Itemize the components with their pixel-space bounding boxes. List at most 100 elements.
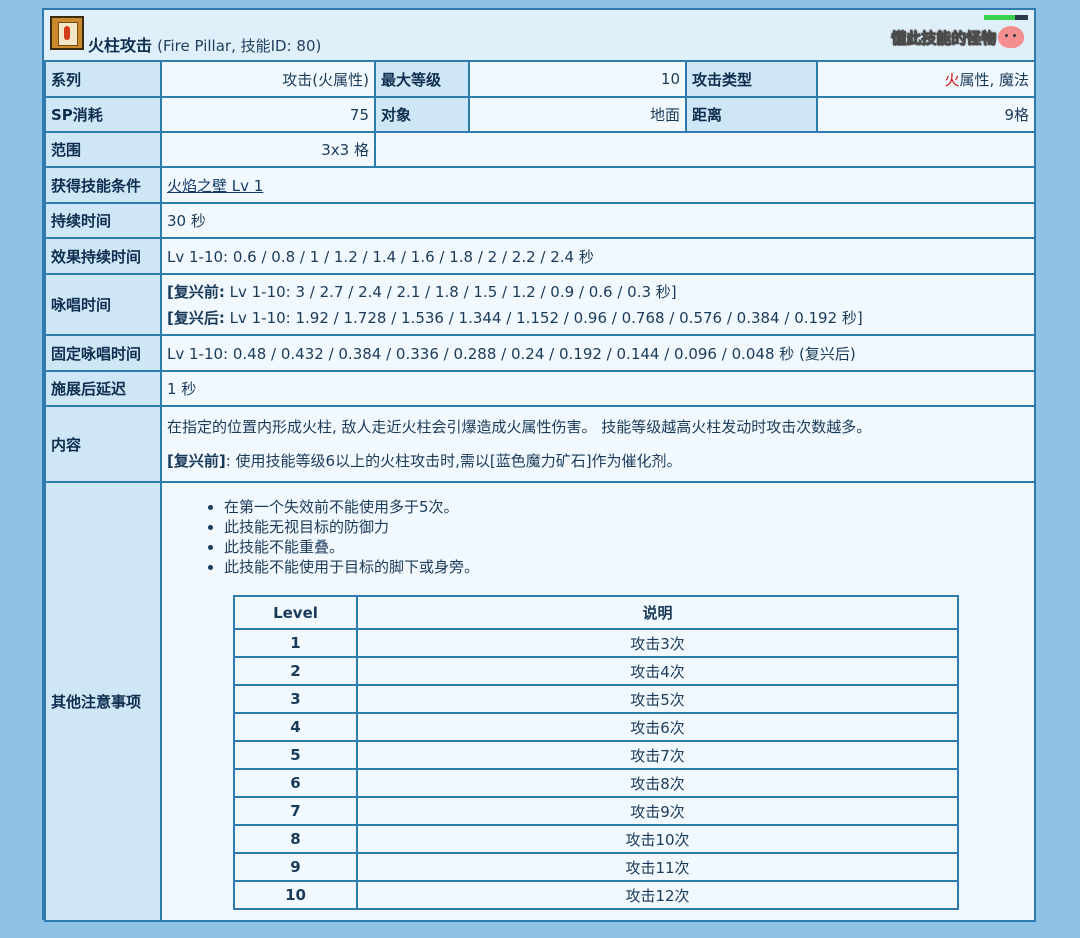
- table-row: 3 攻击5次: [233, 684, 959, 714]
- monster-link-label: 懂此技能的怪物: [890, 28, 997, 47]
- table-row: 6 攻击8次: [233, 768, 959, 798]
- duration-value: 30 秒: [160, 202, 1036, 239]
- description-line: 在指定的位置内形成火柱, 敌人走近火柱会引爆造成火属性伤害。 技能等级越高火柱发…: [167, 418, 872, 436]
- table-row: 持续时间 30 秒: [44, 202, 1036, 239]
- table-row: 范围 3x3 格: [44, 131, 1036, 168]
- monster-link-button[interactable]: 懂此技能的怪物: [891, 24, 1024, 50]
- level-cell: 10: [233, 880, 358, 910]
- pre-renewal-values: Lv 1-10: 3 / 2.7 / 2.4 / 2.1 / 1.8 / 1.5…: [224, 282, 677, 301]
- area-value: 3x3 格: [160, 131, 376, 168]
- effect-cell: 攻击8次: [356, 768, 959, 798]
- description-header: 说明: [356, 595, 959, 630]
- table-row: 施展后延迟 1 秒: [44, 370, 1036, 407]
- sp-cost-value: 75: [160, 96, 376, 133]
- table-row: 2 攻击4次: [233, 656, 959, 686]
- requirement-cell: 火焰之壁 Lv 1: [160, 166, 1036, 204]
- level-table-header: Level 说明: [233, 595, 959, 630]
- fire-element-text: 火: [944, 70, 960, 89]
- skill-header: 火柱攻击 (Fire Pillar, 技能ID: 80) 懂此技能的怪物: [44, 10, 1034, 60]
- table-row: SP消耗 75 对象 地面 距离 9格: [44, 96, 1036, 133]
- max-level-label: 最大等级: [374, 60, 470, 98]
- list-item: 此技能无视目标的防御力: [224, 517, 1033, 537]
- fixed-cast-value: Lv 1-10: 0.48 / 0.432 / 0.384 / 0.336 / …: [160, 334, 1036, 372]
- effect-cell: 攻击7次: [356, 740, 959, 770]
- level-cell: 4: [233, 712, 358, 742]
- cast-time-pre: [复兴前: Lv 1-10: 3 / 2.7 / 2.4 / 2.1 / 1.8…: [167, 279, 1029, 305]
- description-value: 在指定的位置内形成火柱, 敌人走近火柱会引爆造成火属性伤害。 技能等级越高火柱发…: [160, 405, 1036, 483]
- max-level-value: 10: [468, 60, 687, 98]
- skill-subtitle: (Fire Pillar, 技能ID: 80): [157, 37, 322, 55]
- table-row: 其他注意事项 在第一个失效前不能使用多于5次。 此技能无视目标的防御力 此技能不…: [44, 481, 1036, 922]
- skill-card: 火柱攻击 (Fire Pillar, 技能ID: 80) 懂此技能的怪物 系列 …: [42, 8, 1036, 922]
- effect-cell: 攻击4次: [356, 656, 959, 686]
- requirement-link[interactable]: 火焰之壁 Lv 1: [167, 177, 263, 195]
- effect-cell: 攻击5次: [356, 684, 959, 714]
- after-delay-label: 施展后延迟: [44, 370, 162, 407]
- poring-icon: [998, 26, 1024, 48]
- level-cell: 3: [233, 684, 358, 714]
- level-table: Level 说明 1 攻击3次 2 攻击4次 3 攻击5次 4 攻击6次 5 攻击7次 6…: [233, 595, 959, 910]
- table-row: 内容 在指定的位置内形成火柱, 敌人走近火柱会引爆造成火属性伤害。 技能等级越高…: [44, 405, 1036, 483]
- area-label: 范围: [44, 131, 162, 168]
- level-cell: 6: [233, 768, 358, 798]
- table-row: 咏唱时间 [复兴前: Lv 1-10: 3 / 2.7 / 2.4 / 2.1 …: [44, 273, 1036, 336]
- description-note: [复兴前]: 使用技能等级6以上的火柱攻击时,需以[蓝色魔力矿石]作为催化剂。: [167, 450, 1029, 472]
- level-cell: 5: [233, 740, 358, 770]
- requirement-label: 获得技能条件: [44, 166, 162, 204]
- series-value: 攻击(火属性): [160, 60, 376, 98]
- effect-cell: 攻击6次: [356, 712, 959, 742]
- after-delay-value: 1 秒: [160, 370, 1036, 407]
- table-row: 5 攻击7次: [233, 740, 959, 770]
- post-renewal-values: Lv 1-10: 1.92 / 1.728 / 1.536 / 1.344 / …: [224, 308, 863, 327]
- duration-label: 持续时间: [44, 202, 162, 239]
- list-item: 在第一个失效前不能使用多于5次。: [224, 497, 1033, 517]
- cast-time-post: [复兴后: Lv 1-10: 1.92 / 1.728 / 1.536 / 1.…: [167, 305, 1029, 331]
- sp-cost-label: SP消耗: [44, 96, 162, 133]
- range-label: 距离: [685, 96, 818, 133]
- level-cell: 8: [233, 824, 358, 854]
- table-row: 系列 攻击(火属性) 最大等级 10 攻击类型 火属性, 魔法: [44, 60, 1036, 98]
- list-item: 此技能不能使用于目标的脚下或身旁。: [224, 557, 1033, 577]
- table-row: 1 攻击3次: [233, 628, 959, 658]
- description-label: 内容: [44, 405, 162, 483]
- cast-time-value: [复兴前: Lv 1-10: 3 / 2.7 / 2.4 / 2.1 / 1.8…: [160, 273, 1036, 336]
- effect-cell: 攻击9次: [356, 796, 959, 826]
- pre-renewal-note-text: : 使用技能等级6以上的火柱攻击时,需以[蓝色魔力矿石]作为催化剂。: [225, 452, 682, 470]
- notes-cell: 在第一个失效前不能使用多于5次。 此技能无视目标的防御力 此技能不能重叠。 此技…: [160, 481, 1036, 922]
- table-row: 固定咏唱时间 Lv 1-10: 0.48 / 0.432 / 0.384 / 0…: [44, 334, 1036, 372]
- attack-type-text: 属性, 魔法: [959, 70, 1029, 89]
- range-value: 9格: [816, 96, 1036, 133]
- level-cell: 9: [233, 852, 358, 882]
- hp-bar: [984, 15, 1028, 20]
- target-value: 地面: [468, 96, 687, 133]
- cast-time-label: 咏唱时间: [44, 273, 162, 336]
- level-cell: 1: [233, 628, 358, 658]
- list-item: 此技能不能重叠。: [224, 537, 1033, 557]
- empty-cell: [374, 131, 1036, 168]
- pre-renewal-tag: [复兴前:: [167, 282, 225, 301]
- table-row: 10 攻击12次: [233, 880, 959, 910]
- notes-list: 在第一个失效前不能使用多于5次。 此技能无视目标的防御力 此技能不能重叠。 此技…: [163, 497, 1033, 577]
- hp-bar-fill: [984, 15, 1015, 20]
- level-header: Level: [233, 595, 358, 630]
- level-cell: 2: [233, 656, 358, 686]
- notes-label: 其他注意事项: [44, 481, 162, 922]
- effect-duration-label: 效果持续时间: [44, 237, 162, 275]
- post-renewal-tag: [复兴后:: [167, 308, 225, 327]
- effect-cell: 攻击10次: [356, 824, 959, 854]
- effect-cell: 攻击3次: [356, 628, 959, 658]
- table-row: 效果持续时间 Lv 1-10: 0.6 / 0.8 / 1 / 1.2 / 1.…: [44, 237, 1036, 275]
- skill-info-table: 系列 攻击(火属性) 最大等级 10 攻击类型 火属性, 魔法 SP消耗 75 …: [44, 60, 1036, 922]
- fire-pillar-skill-icon: [50, 16, 84, 50]
- effect-cell: 攻击12次: [356, 880, 959, 910]
- attack-type-label: 攻击类型: [685, 60, 818, 98]
- table-row: 4 攻击6次: [233, 712, 959, 742]
- table-row: 7 攻击9次: [233, 796, 959, 826]
- series-label: 系列: [44, 60, 162, 98]
- attack-type-value: 火属性, 魔法: [816, 60, 1036, 98]
- fixed-cast-label: 固定咏唱时间: [44, 334, 162, 372]
- table-row: 获得技能条件 火焰之壁 Lv 1: [44, 166, 1036, 204]
- effect-cell: 攻击11次: [356, 852, 959, 882]
- effect-duration-value: Lv 1-10: 0.6 / 0.8 / 1 / 1.2 / 1.4 / 1.6…: [160, 237, 1036, 275]
- target-label: 对象: [374, 96, 470, 133]
